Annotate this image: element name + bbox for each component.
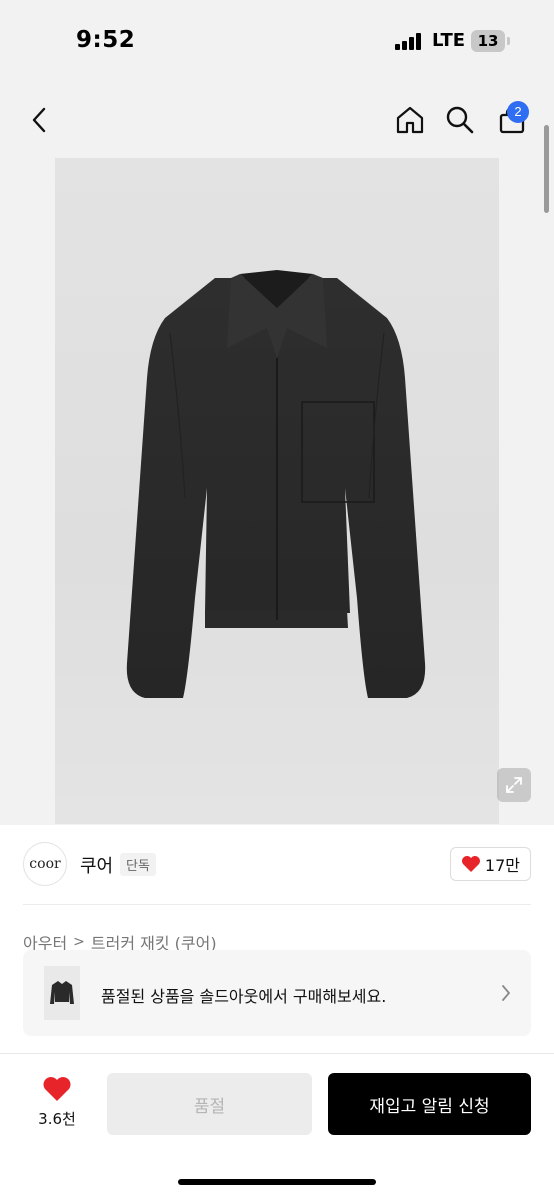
expand-arrows-icon <box>506 777 522 793</box>
signal-icon <box>395 33 423 50</box>
search-icon <box>446 106 474 134</box>
jacket-illustration <box>126 270 426 698</box>
search-button[interactable] <box>440 100 480 140</box>
status-time: 9:52 <box>76 27 136 53</box>
battery-icon: 13 <box>471 30 505 52</box>
banner-thumbnail <box>44 966 80 1020</box>
status-bar: 9:52 LTE 13 <box>0 0 554 80</box>
brand-row: coor 쿠어 단독 17만 <box>0 825 554 905</box>
top-nav <box>0 80 554 160</box>
brand-logo[interactable]: coor <box>23 842 67 886</box>
brand-like-button[interactable]: 17만 <box>449 847 531 881</box>
home-button[interactable] <box>390 100 430 140</box>
expand-image-button[interactable] <box>497 768 531 802</box>
heart-icon <box>461 856 480 872</box>
cart-count-badge: 2 <box>507 101 529 123</box>
soldout-banner-text: 품절된 상품을 솔드아웃에서 구매해보세요. <box>101 987 387 1006</box>
jacket-thumbnail-icon <box>50 981 74 1004</box>
scrollbar[interactable] <box>544 125 549 213</box>
network-label: LTE <box>432 30 466 51</box>
brand-like-count: 17만 <box>484 856 520 875</box>
wishlist-count: 3.6천 <box>38 1110 76 1128</box>
wishlist-button[interactable] <box>36 1076 78 1106</box>
home-indicator <box>178 1179 376 1185</box>
brand-name[interactable]: 쿠어 <box>80 852 113 878</box>
soldout-banner[interactable]: 품절된 상품을 솔드아웃에서 구매해보세요. <box>23 950 531 1036</box>
exclusive-tag: 단독 <box>120 853 156 876</box>
home-icon <box>396 106 424 134</box>
back-button[interactable] <box>20 100 60 140</box>
chevron-right-icon: > <box>73 934 85 950</box>
restock-alert-button[interactable]: 재입고 알림 신청 <box>328 1073 531 1135</box>
heart-icon <box>43 1077 71 1101</box>
chevron-right-icon <box>502 985 510 1001</box>
back-chevron-icon <box>32 107 46 133</box>
product-image[interactable] <box>55 158 499 824</box>
soldout-button[interactable]: 품절 <box>107 1073 312 1135</box>
battery-level: 13 <box>477 32 499 50</box>
